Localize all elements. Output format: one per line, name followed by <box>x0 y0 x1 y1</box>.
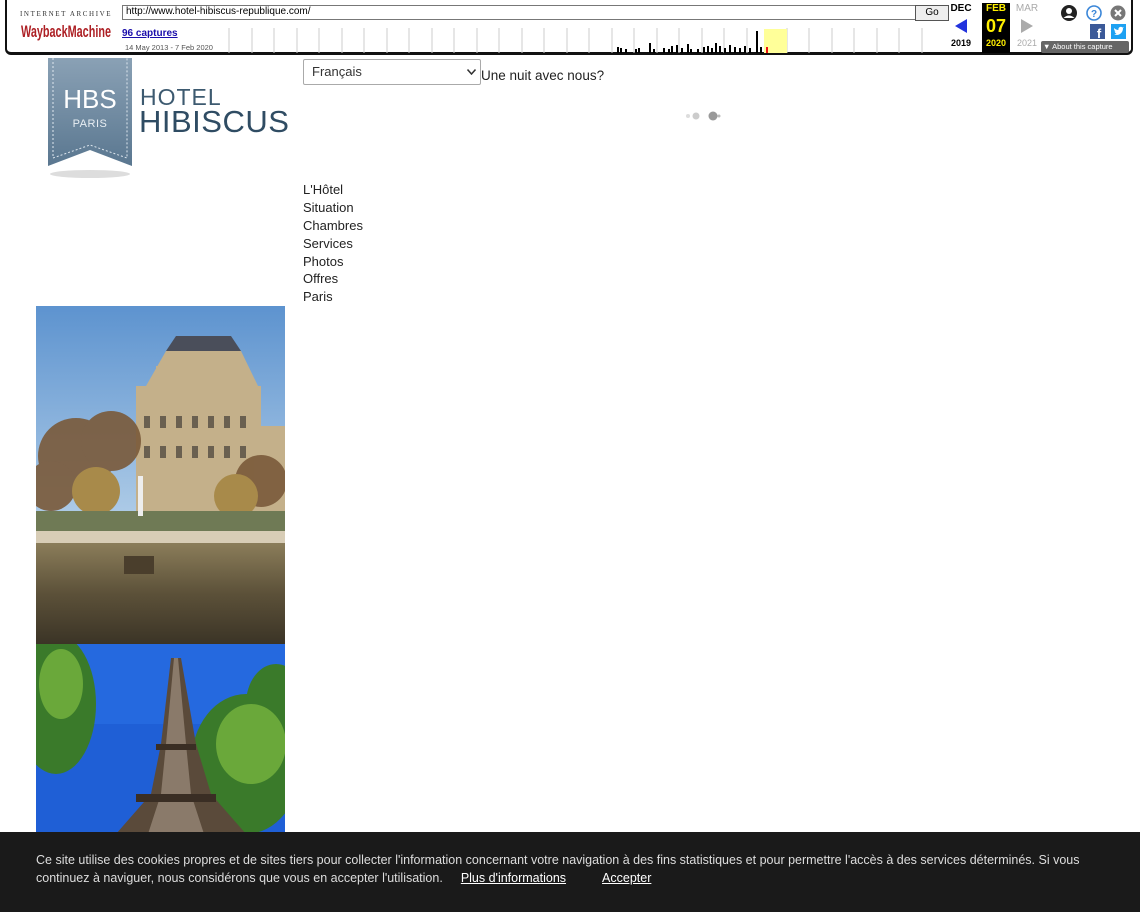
cookie-accept-button[interactable]: Accepter <box>602 871 651 885</box>
prev-year-label: 2019 <box>950 38 972 48</box>
wayback-machine-logo[interactable]: WaybackMachine <box>20 17 112 42</box>
next-month-label: MAR <box>1015 3 1039 14</box>
wayback-captures-link[interactable]: 96 captures <box>122 28 178 39</box>
about-capture-dropdown[interactable]: ▼ About this capture <box>1041 41 1129 53</box>
wayback-date-range: 14 May 2013 - 7 Feb 2020 <box>125 43 213 52</box>
wayback-next-month: MAR 2021 <box>1013 3 1041 53</box>
next-arrow-icon <box>1013 15 1041 37</box>
booking-tagline: Une nuit avec nous? <box>481 68 605 83</box>
prev-arrow-icon[interactable] <box>947 15 975 37</box>
next-year-label: 2021 <box>1016 38 1038 48</box>
current-day-label: 07 <box>985 16 1007 36</box>
svg-text:f: f <box>1097 26 1102 39</box>
louvre-photo <box>36 306 285 644</box>
nav-item-chambres[interactable]: Chambres <box>303 217 363 235</box>
ribbon-city: PARIS <box>72 118 108 130</box>
loading-spinner-icon <box>686 111 721 121</box>
eiffel-tower-photo <box>36 644 285 834</box>
caret-down-icon: ▼ <box>1043 42 1051 51</box>
svg-text:WaybackMachine: WaybackMachine <box>21 22 111 41</box>
close-icon[interactable] <box>1110 5 1126 21</box>
current-year-label: 2020 <box>985 38 1007 48</box>
wayback-current-month: FEB 07 2020 <box>982 3 1010 53</box>
nav-item-hotel[interactable]: L'Hôtel <box>303 181 363 199</box>
cookie-banner: Ce site utilise des cookies propres et d… <box>0 832 1140 912</box>
main-nav: L'Hôtel Situation Chambres Services Phot… <box>303 181 363 306</box>
wayback-prev-month[interactable]: DEC 2019 <box>947 3 975 53</box>
wayback-url-input[interactable]: http://www.hotel-hibiscus-republique.com… <box>122 5 920 20</box>
nav-item-paris[interactable]: Paris <box>303 288 363 306</box>
svg-text:?: ? <box>1091 9 1097 20</box>
facebook-icon[interactable]: f <box>1090 24 1105 39</box>
current-month-label: FEB <box>986 3 1006 14</box>
twitter-icon[interactable] <box>1111 24 1126 39</box>
about-capture-label: About this capture <box>1052 42 1113 51</box>
language-select[interactable]: Français <box>303 59 481 85</box>
nav-item-photos[interactable]: Photos <box>303 253 363 271</box>
wayback-go-button[interactable]: Go <box>915 5 949 21</box>
wayback-capture-sparkline[interactable] <box>227 28 947 53</box>
user-icon[interactable] <box>1060 4 1078 22</box>
logo-hotel-name: HIBISCUS <box>139 104 290 139</box>
cookie-message: Ce site utilise des cookies propres et d… <box>36 851 1096 887</box>
language-selected-value: Français <box>312 64 362 79</box>
nav-item-situation[interactable]: Situation <box>303 199 363 217</box>
nav-item-services[interactable]: Services <box>303 235 363 253</box>
wayback-toolbar: INTERNET ARCHIVE WaybackMachine http://w… <box>5 0 1133 55</box>
ribbon-abbreviation: HBS <box>63 84 117 114</box>
chevron-down-icon <box>466 61 477 85</box>
cookie-more-info-link[interactable]: Plus d'informations <box>461 871 566 885</box>
help-icon[interactable]: ? <box>1086 5 1102 21</box>
prev-month-label: DEC <box>950 3 972 14</box>
nav-item-offres[interactable]: Offres <box>303 270 363 288</box>
